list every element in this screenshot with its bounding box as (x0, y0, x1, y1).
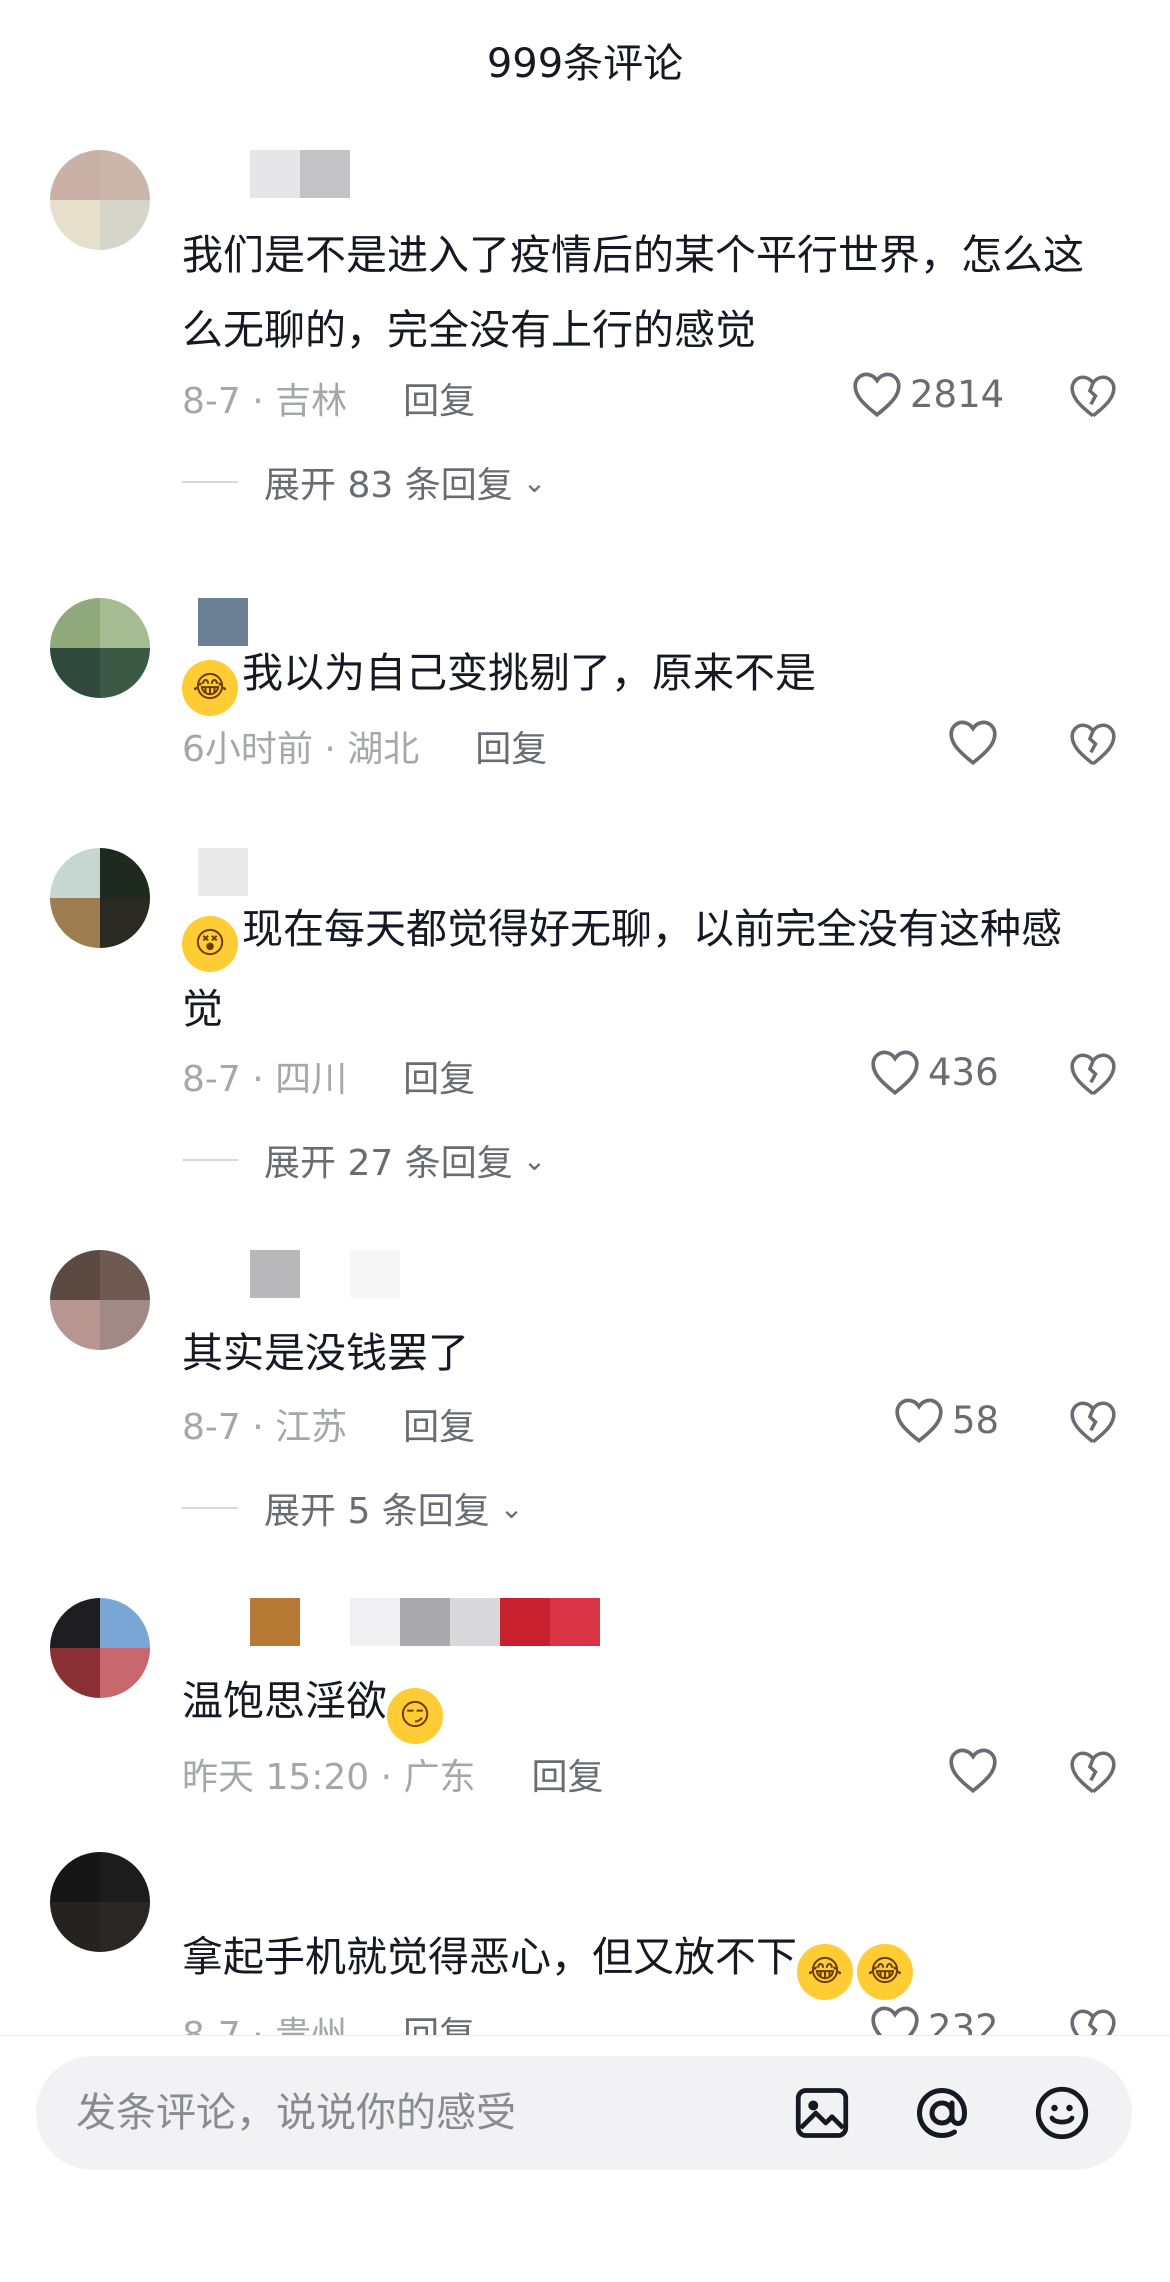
avatar[interactable] (50, 598, 150, 698)
like-count: 2814 (910, 372, 1005, 416)
like-count: 58 (952, 1398, 1000, 1442)
date-location: 8-7 · 四川 (182, 1059, 348, 1100)
date-location: 6小时前 · 湖北 (182, 729, 420, 770)
face-with-tears-of-joy-icon: 😂 (857, 1944, 913, 2000)
date-location: 8-7 · 江苏 (182, 1407, 348, 1448)
like-button[interactable]: 58 (892, 1396, 999, 1444)
chevron-down-icon: ⌄ (522, 1143, 547, 1177)
comment-meta: 8-7 · 江苏 回复 (182, 1398, 475, 1450)
smirking-face-icon: 😏 (387, 1688, 443, 1744)
reply-button[interactable]: 回复 (475, 720, 547, 772)
date-location: 昨天 15:20 · 广东 (182, 1757, 476, 1798)
comment-meta: 昨天 15:20 · 广东 回复 (182, 1748, 604, 1800)
heart-icon (871, 1050, 919, 1096)
avatar[interactable] (50, 1852, 150, 1952)
face-with-tears-of-joy-icon: 😂 (182, 660, 238, 716)
avatar[interactable] (50, 150, 150, 250)
avatar[interactable] (50, 848, 150, 948)
broken-heart-icon[interactable] (1068, 1748, 1118, 1796)
broken-heart-icon[interactable] (1068, 720, 1118, 768)
expand-replies-button[interactable]: 展开 5 条回复 ⌄ (182, 1482, 523, 1534)
divider-line (182, 481, 238, 483)
at-icon[interactable] (912, 2083, 972, 2143)
heart-icon (895, 1398, 943, 1444)
expand-label: 展开 27 条回复 (264, 1143, 513, 1184)
chevron-down-icon: ⌄ (522, 465, 547, 499)
emoji-icon[interactable] (1032, 2083, 1092, 2143)
heart-icon (949, 720, 997, 766)
comments-header: 999条评论 (0, 0, 1170, 120)
heart-icon (949, 1748, 997, 1794)
comment-text-content: 我以为自己变挑剔了，原来不是 (242, 649, 816, 697)
reply-button[interactable]: 回复 (403, 372, 475, 424)
broken-heart-icon[interactable] (1068, 372, 1118, 420)
divider-line (182, 1507, 238, 1509)
comment-text: 拿起手机就觉得恶心，但又放不下 😂 😂 (182, 1920, 1102, 2000)
like-button[interactable]: 436 (868, 1048, 999, 1096)
comment-text-content: 温饱思淫欲 (182, 1677, 387, 1725)
expand-replies-button[interactable]: 展开 27 条回复 ⌄ (182, 1134, 546, 1186)
avatar[interactable] (50, 1598, 150, 1698)
expand-replies-button[interactable]: 展开 83 条回复 ⌄ (182, 456, 546, 508)
dizzy-face-icon: 😵 (182, 916, 238, 972)
image-icon[interactable] (792, 2083, 852, 2143)
like-button[interactable] (946, 718, 1000, 766)
comment-composer (0, 2035, 1170, 2282)
username-blurred[interactable] (250, 150, 350, 198)
broken-heart-icon[interactable] (1068, 1398, 1118, 1446)
username-blurred[interactable] (198, 848, 248, 896)
comment-text: 温饱思淫欲 😏 (182, 1664, 1102, 1744)
comment-text: 😂 我以为自己变挑剔了，原来不是 (182, 636, 1102, 716)
expand-label: 展开 5 条回复 (264, 1491, 490, 1532)
comment-text: 😵 现在每天都觉得好无聊，以前完全没有这种感觉 (182, 892, 1102, 1047)
date-location: 8-7 · 吉林 (182, 381, 348, 422)
comment-text: 我们是不是进入了疫情后的某个平行世界，怎么这么无聊的，完全没有上行的感觉 (182, 231, 1084, 354)
broken-heart-icon[interactable] (1068, 1050, 1118, 1098)
username-blurred[interactable] (250, 1250, 400, 1298)
chevron-down-icon: ⌄ (499, 1491, 524, 1525)
avatar[interactable] (50, 1250, 150, 1350)
heart-icon (853, 372, 901, 418)
username-blurred[interactable] (250, 1598, 600, 1646)
face-with-tears-of-joy-icon: 😂 (797, 1944, 853, 2000)
comment-text-content: 现在每天都觉得好无聊，以前完全没有这种感觉 (182, 905, 1062, 1033)
reply-button[interactable]: 回复 (403, 1398, 475, 1450)
expand-label: 展开 83 条回复 (264, 465, 513, 506)
reply-button[interactable]: 回复 (532, 1748, 604, 1800)
comment-input[interactable] (74, 2089, 778, 2137)
like-button[interactable]: 2814 (850, 370, 1004, 418)
comment-meta: 8-7 · 四川 回复 (182, 1050, 475, 1102)
comment-text: 其实是没钱罢了 (182, 1329, 469, 1377)
comment-meta: 6小时前 · 湖北 回复 (182, 720, 547, 772)
comment-meta: 8-7 · 吉林 回复 (182, 372, 475, 424)
comment-text-content: 拿起手机就觉得恶心，但又放不下 (182, 1933, 797, 1981)
like-count: 436 (928, 1050, 999, 1094)
like-button[interactable] (946, 1746, 1000, 1794)
comment-count-title: 999条评论 (486, 41, 684, 87)
divider-line (182, 1159, 238, 1161)
comment-input-container[interactable] (36, 2056, 1132, 2170)
reply-button[interactable]: 回复 (403, 1050, 475, 1102)
